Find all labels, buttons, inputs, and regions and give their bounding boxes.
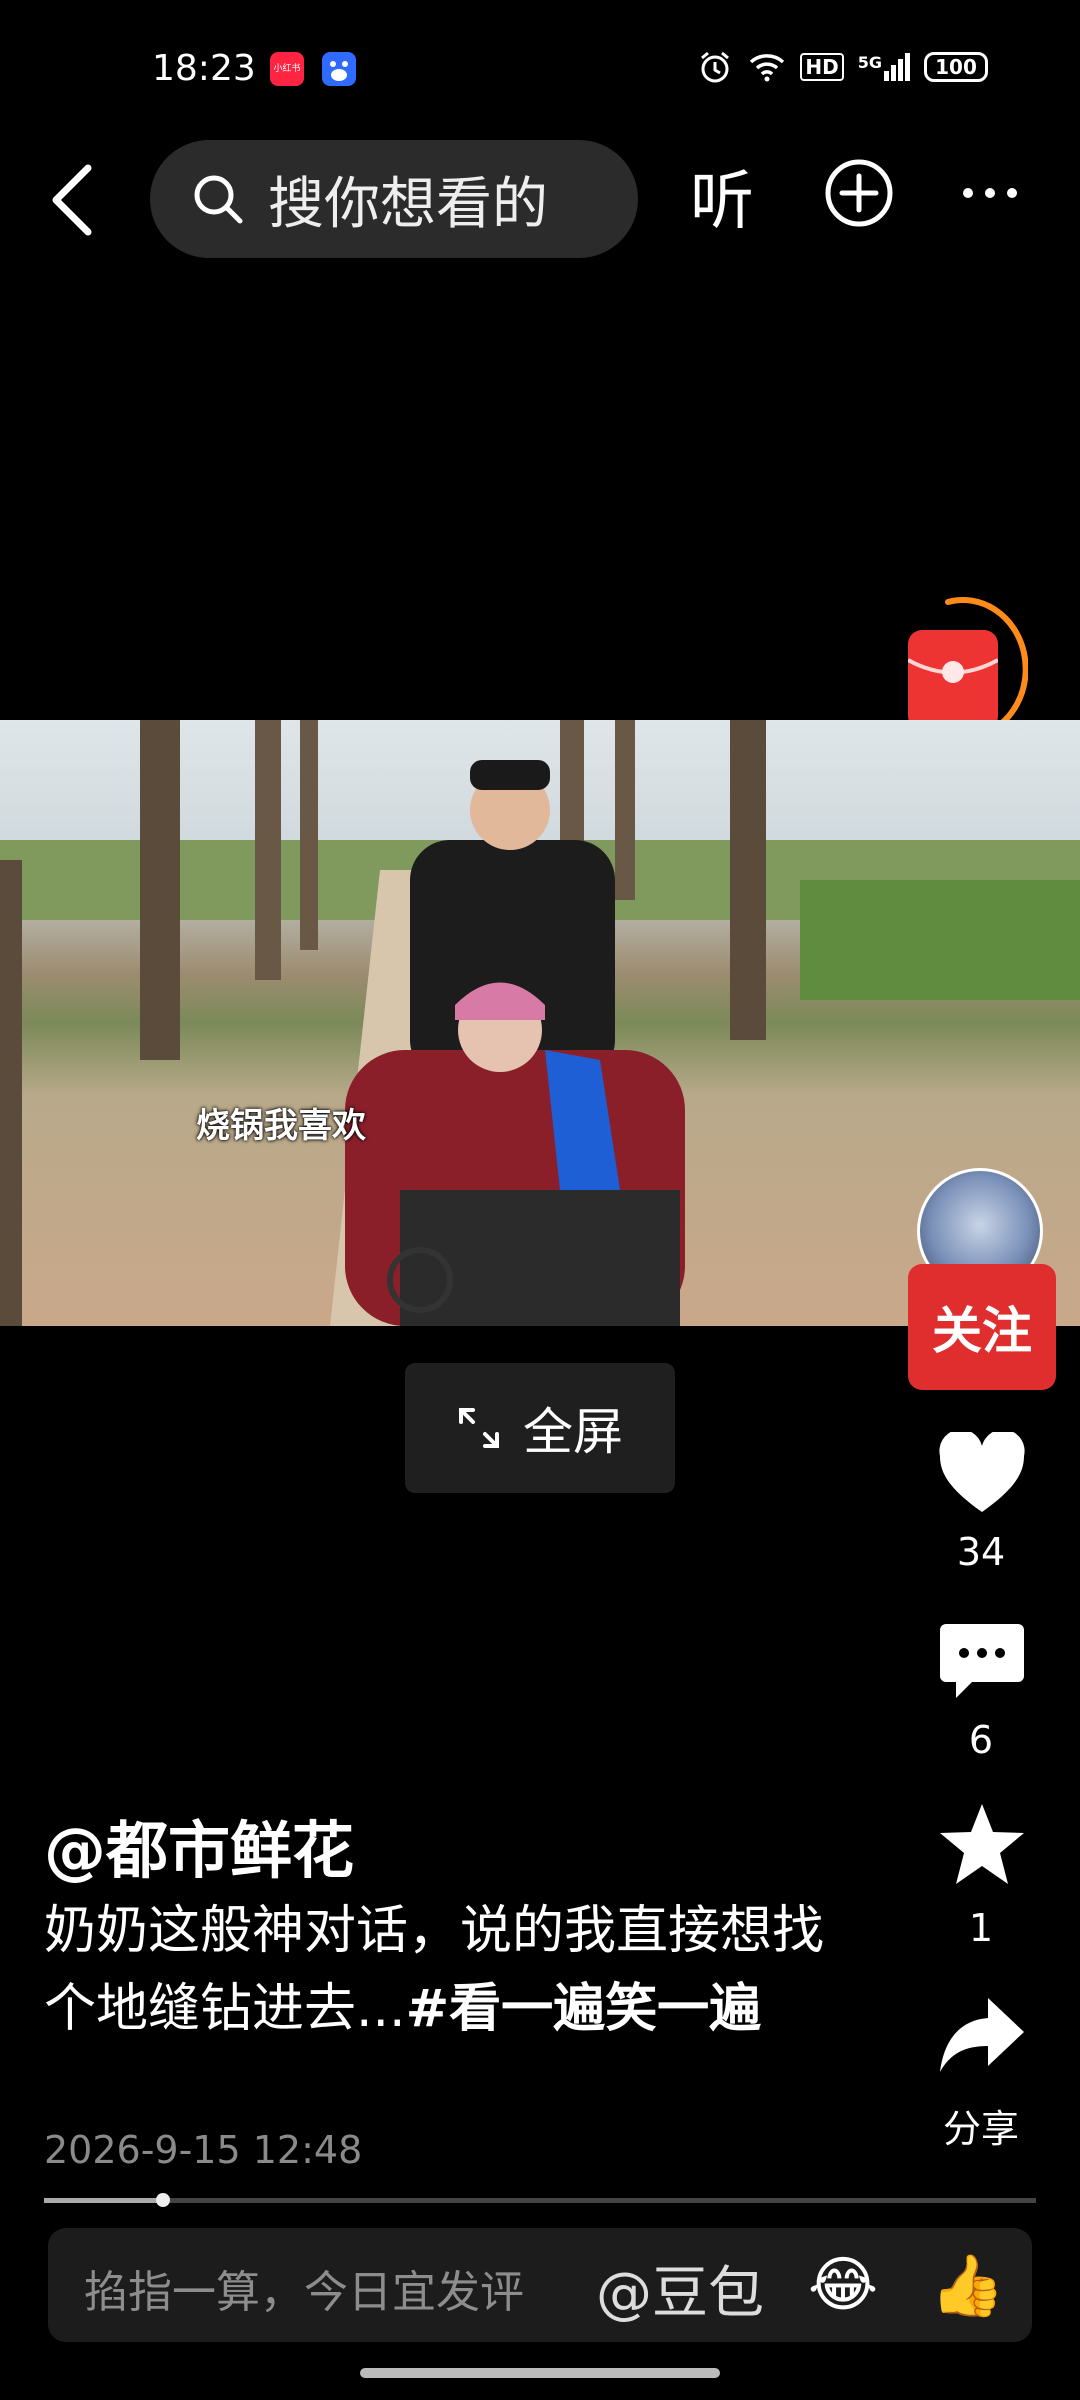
favorite-star-icon[interactable] [938,1802,1026,1886]
xiaohongshu-app-icon: 小红书 [270,52,304,86]
share-arrow-icon[interactable] [938,1994,1026,2078]
status-icons: HD 5G 100 [696,50,988,84]
author-name[interactable]: @都市鲜花 [44,1800,354,1890]
like-count: 34 [956,1530,1006,1574]
follow-button[interactable]: 关注 [908,1264,1056,1390]
laughing-emoji-icon[interactable]: 😂 [808,2250,878,2320]
post-caption[interactable]: 奶奶这般神对话，说的我直接想找个地缝钻进去...#看一遍笑一遍 [44,1892,834,2048]
progress-knob[interactable] [156,2193,171,2207]
search-bar[interactable]: 搜你想看的 [150,140,638,258]
hashtag-link[interactable]: #看一遍笑一遍 [406,1979,762,2039]
network-label: 5G [857,53,882,72]
add-icon[interactable] [824,158,894,228]
video-progress-bar[interactable] [44,2198,1036,2203]
home-indicator[interactable] [360,2368,720,2378]
comment-icon[interactable] [938,1620,1026,1704]
favorite-count: 1 [968,1906,994,1950]
like-icon[interactable] [938,1432,1026,1516]
fullscreen-label: 全屏 [523,1403,623,1461]
thumbs-up-emoji-icon[interactable]: 👍 [930,2250,1005,2321]
red-packet-button[interactable] [907,630,999,730]
video-subtitle: 烧锅我喜欢 [196,1106,366,1146]
baidu-app-icon [322,52,356,86]
listen-button[interactable]: 听 [690,150,754,242]
alarm-icon [701,51,730,83]
search-placeholder: 搜你想看的 [268,171,548,237]
search-icon [194,175,243,224]
comment-placeholder[interactable]: 掐指一算，今日宜发评 [84,2256,524,2320]
mention-doubao-button[interactable]: @豆包 [596,2248,764,2329]
status-bar: 18:23 小红书 HD 5G 100 [0,0,1080,140]
post-date: 2026-9-15 12:48 [44,2128,363,2172]
wifi-icon [750,54,785,82]
battery-indicator: 100 [924,52,988,82]
more-icon[interactable] [960,178,1020,208]
share-label[interactable]: 分享 [900,2098,1062,2153]
fullscreen-button[interactable]: 全屏 [405,1363,675,1493]
back-icon[interactable] [48,160,98,240]
hd-badge: HD [800,53,844,81]
comment-count: 6 [968,1718,994,1762]
signal-icon: 5G [858,53,910,81]
status-time: 18:23 [152,48,256,89]
expand-icon [459,1408,499,1448]
progress-fill [44,2198,164,2203]
